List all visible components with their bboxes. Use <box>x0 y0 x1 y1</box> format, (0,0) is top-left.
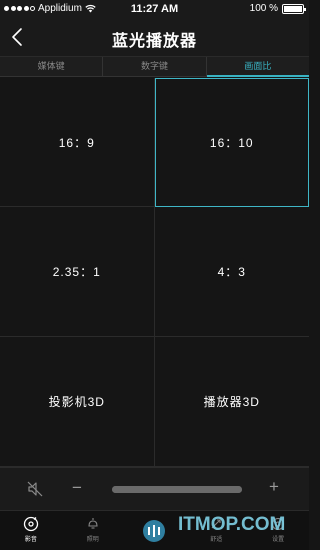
volume-up-button[interactable]: + <box>269 477 279 497</box>
bottom-tab-lighting[interactable]: 照明 <box>62 511 124 550</box>
tab-aspect-ratio[interactable]: 画面比 <box>206 57 310 77</box>
bottom-tab-label: 照明 <box>86 537 99 543</box>
tab-media-keys[interactable]: 媒体键 <box>0 57 104 76</box>
page-title: 蓝光播放器 <box>111 33 197 50</box>
watermark: ITMOP.COM <box>178 514 286 535</box>
volume-slider[interactable] <box>112 486 242 493</box>
app-logo-icon <box>143 519 166 542</box>
aspect-16-9-button[interactable]: 16：9 <box>0 78 155 207</box>
bottom-tab-home[interactable] <box>124 511 186 550</box>
aspect-16-10-button[interactable]: 16：10 <box>154 78 309 207</box>
lamp-icon <box>88 518 98 529</box>
volume-bar: − + <box>0 467 309 510</box>
aspect-4-3-button[interactable]: 4：3 <box>154 207 309 337</box>
volume-down-button[interactable]: − <box>72 478 82 498</box>
tab-bar-top: 媒体键 数字键 画面比 <box>0 56 310 77</box>
battery-icon <box>282 3 306 14</box>
tab-number-keys[interactable]: 数字键 <box>103 57 207 76</box>
aspect-2-35-1-button[interactable]: 2.35：1 <box>0 207 155 337</box>
disc-icon <box>23 516 39 532</box>
bottom-tab-label: 影音 <box>24 537 37 543</box>
bottom-tab-media[interactable]: 影音 <box>0 511 62 550</box>
status-right: 100 % <box>249 3 306 14</box>
aspect-ratio-grid: 16：9 16：10 2.35：1 4：3 投影机3D 播放器3D <box>0 78 309 467</box>
nav-bar: 蓝光播放器 <box>0 18 309 56</box>
projector-3d-button[interactable]: 投影机3D <box>0 337 155 467</box>
player-3d-button[interactable]: 播放器3D <box>154 337 309 467</box>
status-bar: Applidium 11:27 AM 100 % <box>0 0 309 18</box>
speaker-muted-icon[interactable] <box>26 480 44 498</box>
battery-percent: 100 % <box>249 3 278 14</box>
